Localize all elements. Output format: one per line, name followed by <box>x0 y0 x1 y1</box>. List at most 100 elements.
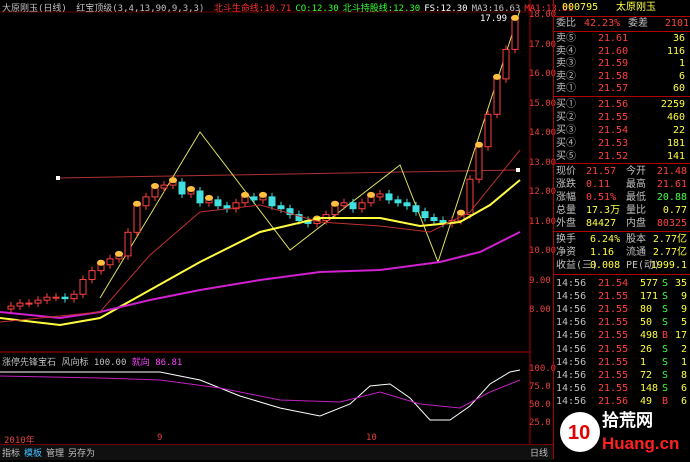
tick-side: S <box>662 382 669 394</box>
stat-label: 现价 <box>556 166 576 177</box>
bid-volume: 181 <box>666 138 685 149</box>
bid-volume: 2259 <box>660 99 685 110</box>
candle-body <box>493 78 501 115</box>
stat-label: 内盘 <box>626 218 646 229</box>
svg-text:10: 10 <box>568 422 590 444</box>
candle-body <box>511 19 519 50</box>
gem-marker <box>331 200 339 207</box>
stat-label: 涨跌 <box>556 179 576 190</box>
price-marker: 17.99 <box>480 14 508 24</box>
tick-side: S <box>662 317 669 329</box>
candle-body <box>376 193 384 198</box>
ask-row: 卖② 21.58 6 <box>556 71 689 83</box>
header-value-3: FS:12.30 <box>424 4 468 14</box>
gem-marker <box>115 250 123 257</box>
candle-body <box>250 196 258 201</box>
tick-volume: 80 <box>640 304 653 316</box>
stat-row: 外盘 84427 内盘 80325 <box>556 218 689 230</box>
bid-label: 买③ <box>556 125 576 136</box>
candle-body <box>412 205 420 213</box>
candle-body <box>502 48 510 80</box>
oscillator-magenta-line <box>0 375 521 409</box>
tick-price: 21.55 <box>598 369 629 381</box>
candle-body <box>358 202 366 210</box>
ask-label: 卖① <box>556 83 576 94</box>
tick-side: S <box>662 369 669 381</box>
ask-row: 卖③ 21.59 1 <box>556 58 689 70</box>
kline-chart[interactable] <box>0 0 553 444</box>
ratio-value: 42.23% <box>584 18 621 29</box>
kline-chart-panel[interactable]: 大原刚玉(日线) 红宝顶级(3,4,13,90,9,3,3) 北斗生命线:10.… <box>0 0 573 460</box>
ask-label: 卖③ <box>556 58 576 69</box>
gem-marker <box>97 259 105 266</box>
candle-body <box>160 184 168 189</box>
tick-row: 14:56 21.55 498 B 17 <box>556 330 689 342</box>
gem-marker <box>493 73 501 80</box>
price-axis: 18.00 17.00 16.00 15.00 14.00 13.00 12.00 11.00… <box>529 0 557 444</box>
ask-label: 卖② <box>556 70 576 82</box>
candle-body <box>331 205 339 216</box>
stat-value: 0.008 <box>590 260 621 271</box>
tick-time: 14:56 <box>556 291 587 303</box>
tick-time: 14:56 <box>556 382 587 394</box>
candle-body <box>106 258 114 266</box>
tab-indicator[interactable]: 指标 <box>2 446 20 459</box>
ask-label: 卖⑤ <box>556 33 576 44</box>
ask-row: 卖① 21.57 60 <box>556 83 689 95</box>
gem-marker <box>169 177 177 184</box>
tick-volume: 577 <box>640 278 659 289</box>
sub-indicator-value: 就向 86.81 <box>131 358 183 368</box>
candle-body <box>52 296 60 299</box>
candle-body <box>7 305 15 310</box>
price-tick: 16.00 <box>529 69 557 79</box>
bid-row: 买① 21.56 2259 <box>556 99 689 111</box>
stat-value: 84427 <box>586 218 617 229</box>
gem-marker <box>259 191 267 198</box>
ask-price: 21.59 <box>598 58 629 69</box>
tick-time: 14:56 <box>556 278 587 289</box>
tab-save-as[interactable]: 另存为 <box>68 446 95 459</box>
sub-tick: 75.0 <box>529 382 551 392</box>
bid-row: 买③ 21.54 22 <box>556 125 689 137</box>
ma-yellow-line <box>0 179 521 327</box>
tab-manage[interactable]: 管理 <box>46 446 64 459</box>
candle-body <box>61 296 69 300</box>
stat-row: 净资 1.16 流通 2.77亿 <box>556 247 689 259</box>
price-tick: 11.00 <box>529 216 557 227</box>
tick-count: 9 <box>680 304 687 316</box>
gem-marker <box>367 191 375 198</box>
sub-tick: 50.0 <box>529 400 551 410</box>
tick-time: 14:56 <box>556 304 587 316</box>
stat-value: 0.11 <box>586 179 611 190</box>
tab-template[interactable]: 模板 <box>24 446 42 459</box>
stat-label: 股本 <box>626 234 646 245</box>
svg-text:Huang.cn: Huang.cn <box>602 434 679 453</box>
tick-row: 14:56 21.55 80 S 9 <box>556 304 689 316</box>
price-tick: 14.00 <box>529 128 557 138</box>
bid-label: 买④ <box>556 138 576 149</box>
tick-price: 21.55 <box>598 343 629 355</box>
stat-label: 今开 <box>626 166 646 177</box>
bid-price: 21.52 <box>598 151 629 162</box>
period-label[interactable]: 日线 <box>530 446 548 459</box>
tick-side: S <box>662 343 669 355</box>
sub-indicator-header: 涨停先锋宝石 风向标 100.00 就向 86.81 <box>2 355 182 368</box>
tick-side: S <box>662 356 669 368</box>
stat-value: 1.16 <box>590 247 615 258</box>
stat-value: 1999.1 <box>650 260 687 271</box>
candle-body <box>484 113 492 148</box>
candle-body <box>403 202 411 207</box>
ask-price: 21.61 <box>598 33 629 44</box>
stat-value: 17.3万 <box>586 205 621 216</box>
sub-tick: 100.0 <box>529 364 557 374</box>
tick-volume: 148 <box>640 382 659 394</box>
order-ratio-row: 委比 42.23% 委差 2101 <box>556 18 689 30</box>
header-value-1: CO:12.30 <box>295 4 339 14</box>
stock-id-row: 000795 太原刚玉 <box>556 2 689 14</box>
price-tick: 9.00 <box>529 275 551 286</box>
candle-body <box>133 205 141 233</box>
gem-marker <box>511 14 519 21</box>
candle-body <box>430 217 438 222</box>
gem-marker <box>151 183 159 190</box>
tick-row: 14:56 21.55 171 S 9 <box>556 291 689 303</box>
